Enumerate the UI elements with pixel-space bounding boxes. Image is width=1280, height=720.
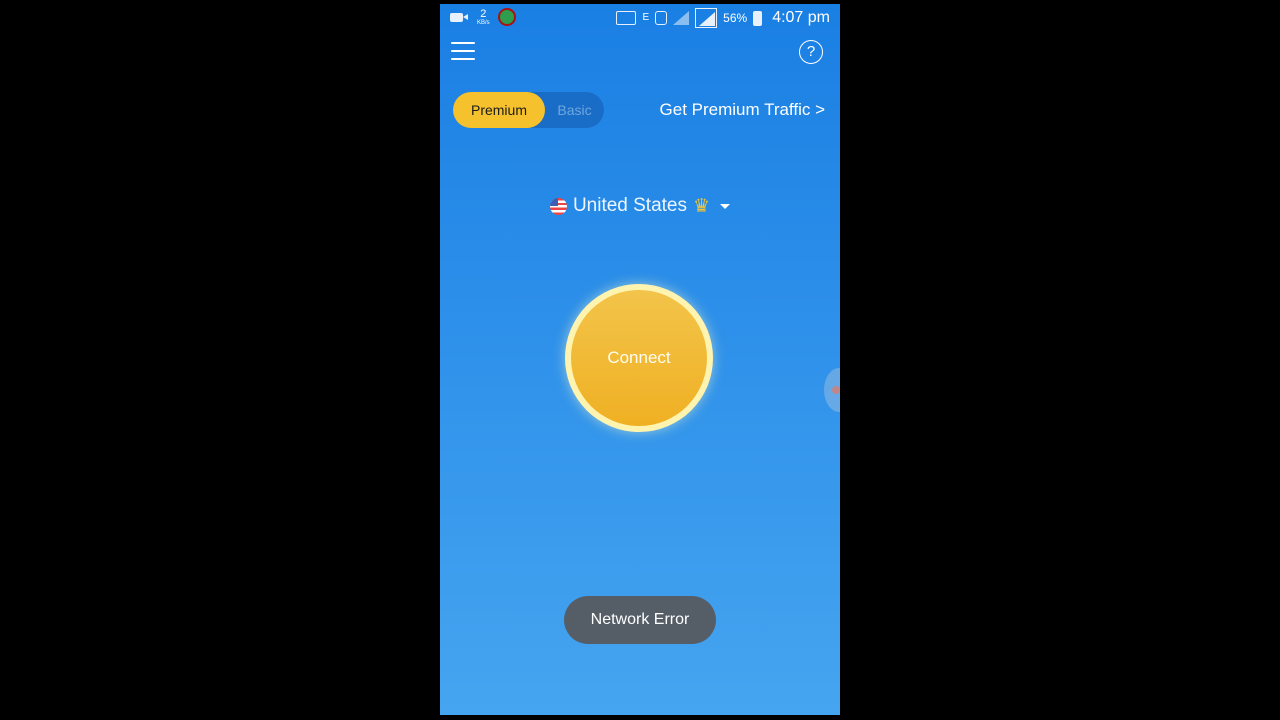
floating-bubble-icon[interactable] — [824, 368, 840, 412]
phone-screen: 2 KB/s E 56% 4:07 pm ? Premium Basic Get… — [440, 4, 840, 715]
get-premium-traffic-link[interactable]: Get Premium Traffic > — [660, 100, 825, 120]
wifi-calling-icon — [655, 11, 668, 25]
cast-icon — [616, 11, 637, 25]
signal-strength-icon — [673, 11, 690, 25]
toast-message: Network Error — [564, 596, 716, 644]
location-name: United States — [572, 195, 688, 216]
status-bar-right: E 56% 4:07 pm — [616, 8, 830, 28]
status-bar: 2 KB/s E 56% 4:07 pm — [440, 4, 840, 32]
network-speed-value: 2 — [480, 7, 487, 20]
connect-button-label: Connect — [571, 290, 707, 426]
battery-charging-icon — [753, 10, 763, 26]
connect-button[interactable]: Connect — [565, 284, 713, 432]
network-speed-unit: KB/s — [477, 19, 490, 26]
whatsapp-icon — [497, 8, 516, 26]
location-selector[interactable]: United States ♛ — [440, 193, 840, 219]
crown-icon: ♛ — [693, 195, 711, 217]
network-speed: 2 KB/s — [477, 7, 490, 26]
status-bar-left: 2 KB/s — [450, 8, 516, 26]
plan-basic-tab[interactable]: Basic — [545, 92, 604, 128]
us-flag-icon — [549, 197, 567, 215]
network-type: E — [642, 12, 650, 23]
hamburger-menu-icon[interactable] — [451, 42, 475, 62]
plan-toggle[interactable]: Premium Basic — [453, 92, 604, 128]
help-icon[interactable]: ? — [799, 40, 823, 64]
battery-percentage: 56% — [723, 11, 748, 25]
clock: 4:07 pm — [772, 9, 830, 26]
signal-strength-sim2-icon — [695, 8, 718, 28]
chevron-down-icon — [720, 203, 731, 209]
plan-premium-tab[interactable]: Premium — [453, 92, 545, 128]
video-camera-icon — [450, 12, 468, 22]
